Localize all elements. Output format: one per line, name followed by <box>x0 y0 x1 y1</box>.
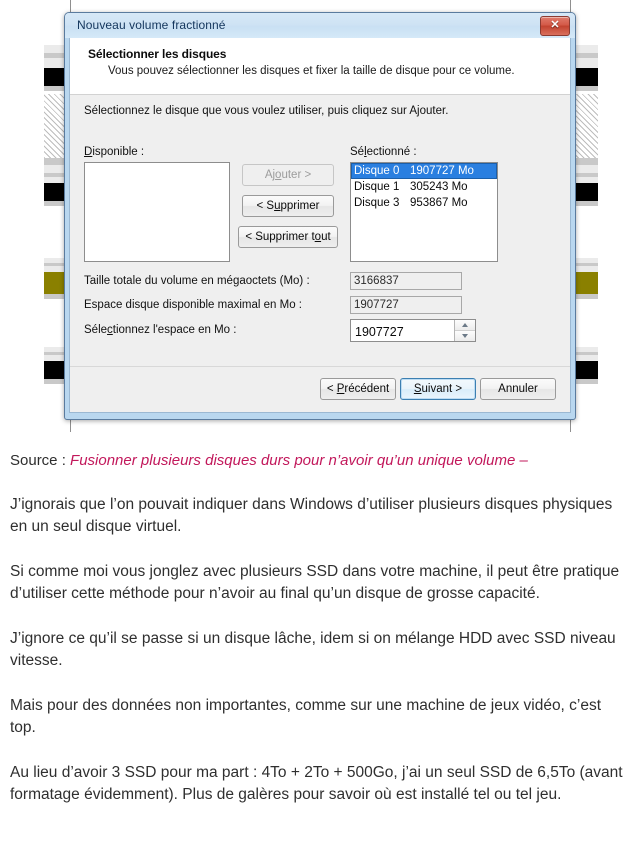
total-size-label: Taille totale du volume en mégaoctets (M… <box>84 275 310 287</box>
stepper-up-button[interactable] <box>455 320 475 331</box>
remove-button-post: pprimer <box>280 200 320 212</box>
wizard-header: Sélectionner les disques Vous pouvez sél… <box>70 38 570 95</box>
next-button[interactable]: Suivant > <box>400 378 476 400</box>
disk-list-item[interactable]: Disque 0 1907727 Mo <box>351 163 497 179</box>
next-button-mnemonic: S <box>413 383 422 395</box>
article-paragraph: Si comme moi vous jonglez avec plusieurs… <box>10 563 620 602</box>
article-paragraph: J’ignorais que l’on pouvait indiquer dan… <box>10 496 613 535</box>
select-space-label-post: tionnez l'espace en Mo : <box>112 324 237 336</box>
disk-item-size: 1907727 Mo <box>410 165 474 177</box>
available-disks-listbox[interactable] <box>84 162 230 262</box>
selected-disks-listbox[interactable]: Disque 0 1907727 Mo Disque 1 305243 Mo Disqu… <box>350 162 498 262</box>
close-icon[interactable]: ✕ <box>540 16 570 36</box>
article-paragraph: J’ignore ce qu’il se passe si un disque … <box>10 630 616 669</box>
source-link[interactable]: Fusionner plusieurs disques durs pour n’… <box>70 452 528 469</box>
article-paragraph: Mais pour des données non importantes, c… <box>10 697 602 736</box>
instruction-text: Sélectionnez le disque que vous voulez u… <box>84 105 449 117</box>
disk-list-item[interactable]: Disque 3 953867 Mo <box>351 195 497 211</box>
dialog-body: Sélectionner les disques Vous pouvez sél… <box>69 38 571 413</box>
remove-all-button-post: ut <box>321 231 331 243</box>
total-size-value: 3166837 <box>350 272 462 290</box>
disk-item-name: Disque 3 <box>354 197 400 209</box>
disk-item-name: Disque 0 <box>354 165 400 177</box>
cancel-button[interactable]: Annuler <box>480 378 556 400</box>
remove-all-button-pre: < Supprimer t <box>245 231 315 243</box>
remove-button-pre: < S <box>256 200 275 212</box>
selected-list-label: Sélectionné : <box>350 146 417 158</box>
available-list-label: Disponible : <box>84 146 144 158</box>
selected-label-pre: Sé <box>350 146 365 158</box>
available-label-post: isponible : <box>92 146 145 158</box>
disk-list-item[interactable]: Disque 1 305243 Mo <box>351 179 497 195</box>
selected-label-post: ectionné : <box>366 146 417 158</box>
disk-item-name: Disque 1 <box>354 181 400 193</box>
wizard-heading: Sélectionner les disques <box>88 47 227 61</box>
select-space-input[interactable] <box>351 320 455 341</box>
wizard-footer: < Précédent Suivant > Annuler <box>70 367 570 412</box>
add-button-pre: Aj <box>264 169 276 181</box>
source-line: Source : Fusionner plusieurs disques dur… <box>10 449 630 472</box>
back-button-pre: < <box>326 383 337 395</box>
article-paragraphs: J’ignorais que l’on pouvait indiquer dan… <box>10 494 630 806</box>
article-paragraph: Au lieu d’avoir 3 SSD pour ma part : 4To… <box>10 764 623 803</box>
wizard-subheading: Vous pouvez sélectionner les disques et … <box>108 65 515 77</box>
screenshot-background: Nouveau volume fractionné ✕ Sélectionner… <box>0 0 640 432</box>
add-button-post: uter > <box>281 169 312 181</box>
select-space-stepper[interactable] <box>350 319 476 342</box>
remove-button[interactable]: < Supprimer <box>242 195 334 217</box>
back-button-post: récédent <box>344 383 390 395</box>
max-available-value: 1907727 <box>350 296 462 314</box>
next-button-post: uivant > <box>421 383 463 395</box>
chevron-up-icon <box>462 323 468 327</box>
select-space-label-pre: Séle <box>84 324 108 336</box>
dialog-title: Nouveau volume fractionné <box>77 18 226 32</box>
source-prefix: Source : <box>10 452 71 469</box>
dialog-titlebar[interactable]: Nouveau volume fractionné ✕ <box>65 13 575 38</box>
wizard-content: Sélectionnez le disque que vous voulez u… <box>70 95 570 367</box>
article-body: Source : Fusionner plusieurs disques dur… <box>0 432 640 829</box>
add-button[interactable]: Ajouter > <box>242 164 334 186</box>
remove-all-button[interactable]: < Supprimer tout <box>238 226 338 248</box>
select-space-label: Sélectionnez l'espace en Mo : <box>84 324 236 336</box>
chevron-down-icon <box>462 334 468 338</box>
back-button[interactable]: < Précédent <box>320 378 396 400</box>
stepper-buttons[interactable] <box>454 320 475 341</box>
stepper-down-button[interactable] <box>455 331 475 341</box>
disk-item-size: 953867 Mo <box>410 197 468 209</box>
max-available-label: Espace disque disponible maximal en Mo : <box>84 299 302 311</box>
disk-item-size: 305243 Mo <box>410 181 468 193</box>
new-spanned-volume-dialog: Nouveau volume fractionné ✕ Sélectionner… <box>64 12 576 420</box>
